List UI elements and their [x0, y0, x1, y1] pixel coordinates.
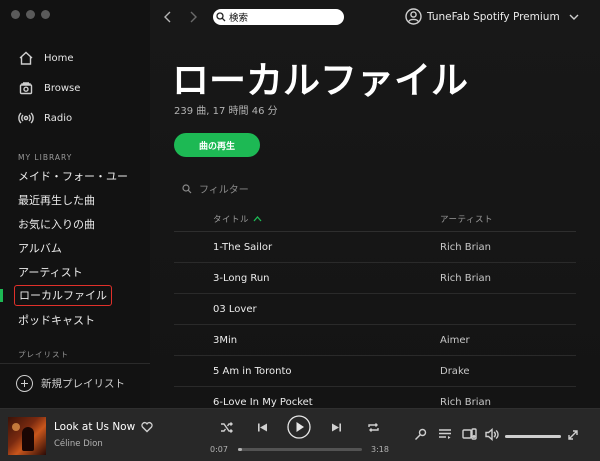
main-content: TuneFab Spotify Premium ローカルファイル 239 曲, …: [150, 0, 600, 418]
new-playlist-label: 新規プレイリスト: [41, 378, 125, 390]
microphone-icon[interactable]: [414, 428, 427, 441]
sidebar-item-liked-songs[interactable]: お気に入りの曲: [18, 216, 95, 232]
column-title-label: タイトル: [213, 214, 250, 225]
user-icon: [405, 8, 422, 25]
new-playlist-button[interactable]: 新規プレイリスト: [16, 375, 125, 392]
column-artist-header[interactable]: アーティスト: [440, 213, 493, 225]
back-button[interactable]: [161, 8, 175, 26]
playlists-heading: プレイリスト: [18, 350, 69, 359]
devices-icon[interactable]: [462, 428, 477, 441]
sidebar-item-label: Home: [44, 52, 74, 64]
sidebar-item-home[interactable]: Home: [18, 50, 74, 66]
sidebar-divider: [0, 363, 150, 364]
tracks-table: タイトル アーティスト 1-The Sailor Rich Brian 3-Long…: [174, 206, 576, 418]
now-playing-artist[interactable]: Céline Dion: [54, 439, 103, 449]
column-title-header[interactable]: タイトル: [174, 213, 440, 225]
sidebar-item-made-for-you[interactable]: メイド・フォー・ユー: [18, 168, 128, 184]
browse-icon: [19, 82, 33, 95]
sidebar-item-recently-played[interactable]: 最近再生した曲: [18, 192, 95, 208]
duration-time: 3:18: [371, 445, 389, 454]
chevron-left-icon: [164, 11, 171, 23]
user-menu[interactable]: TuneFab Spotify Premium: [405, 8, 560, 25]
user-name: TuneFab Spotify Premium: [427, 10, 560, 23]
sidebar-item-artists[interactable]: アーティスト: [18, 264, 83, 280]
sidebar: Home Browse Radio MY LIBRARY メイド・フォー・ユー …: [0, 0, 150, 408]
filter-placeholder: フィルター: [199, 185, 249, 196]
track-artist-cell[interactable]: Rich Brian: [440, 242, 491, 253]
filter-field[interactable]: フィルター: [182, 181, 249, 196]
plus-icon: [16, 375, 33, 392]
chevron-right-icon: [190, 11, 197, 23]
track-title-cell: 03 Lover: [213, 303, 257, 315]
sidebar-item-podcasts[interactable]: ポッドキャスト: [18, 312, 95, 328]
table-row[interactable]: 03 Lover: [174, 294, 576, 325]
sort-ascending-icon: [253, 216, 262, 222]
elapsed-time: 0:07: [210, 445, 228, 454]
search-icon: [182, 183, 192, 193]
track-title-cell: 6-Love In My Pocket: [213, 396, 313, 408]
progress-fill: [238, 448, 243, 451]
track-artist-cell[interactable]: Drake: [440, 366, 470, 377]
close-window-button[interactable]: [11, 10, 20, 19]
heart-icon[interactable]: [141, 421, 153, 433]
track-artist-cell[interactable]: Aimer: [440, 335, 470, 346]
radio-icon: [18, 112, 34, 124]
progress-bar[interactable]: [238, 448, 362, 451]
table-row[interactable]: 1-The Sailor Rich Brian: [174, 232, 576, 263]
forward-button[interactable]: [186, 8, 200, 26]
volume-icon[interactable]: [485, 428, 499, 441]
sidebar-item-label: Browse: [44, 82, 81, 94]
chevron-down-icon[interactable]: [568, 11, 580, 23]
page-title: ローカルファイル: [172, 59, 468, 102]
minimize-window-button[interactable]: [26, 10, 35, 19]
queue-icon[interactable]: [438, 428, 452, 441]
search-box[interactable]: [213, 9, 344, 25]
next-track-icon[interactable]: [331, 422, 342, 433]
home-icon: [19, 51, 33, 65]
table-row[interactable]: 5 Am in Toronto Drake: [174, 356, 576, 387]
track-artist-cell[interactable]: Rich Brian: [440, 397, 491, 408]
shuffle-icon[interactable]: [220, 421, 233, 434]
top-bar: TuneFab Spotify Premium: [150, 8, 600, 26]
library-heading: MY LIBRARY: [18, 153, 73, 162]
window-controls: [11, 10, 50, 19]
sidebar-item-browse[interactable]: Browse: [18, 80, 80, 96]
repeat-icon[interactable]: [367, 421, 380, 434]
search-input[interactable]: [229, 11, 334, 23]
sidebar-item-label: Radio: [44, 112, 73, 124]
fullscreen-icon[interactable]: [568, 430, 578, 440]
track-title-cell: 1-The Sailor: [213, 241, 273, 253]
page-summary: 239 曲, 17 時間 46 分: [174, 106, 278, 117]
previous-track-icon[interactable]: [257, 422, 268, 433]
volume-slider[interactable]: [505, 435, 561, 438]
sidebar-item-radio[interactable]: Radio: [18, 110, 72, 126]
play-button[interactable]: 曲の再生: [174, 133, 260, 157]
sidebar-item-local-files[interactable]: ローカルファイル: [14, 285, 112, 306]
search-icon: [216, 12, 226, 22]
sidebar-item-albums[interactable]: アルバム: [18, 240, 62, 256]
now-playing-title[interactable]: Look at Us Now: [54, 421, 135, 433]
track-title-cell: 3-Long Run: [213, 272, 270, 284]
active-indicator: [0, 289, 3, 302]
play-icon[interactable]: [287, 415, 311, 439]
table-header: タイトル アーティスト: [174, 206, 576, 232]
volume-fill: [505, 435, 561, 438]
track-title-cell: 3Min: [213, 334, 238, 346]
track-title-cell: 5 Am in Toronto: [213, 365, 292, 377]
table-row[interactable]: 3-Long Run Rich Brian: [174, 263, 576, 294]
zoom-window-button[interactable]: [41, 10, 50, 19]
track-artist-cell[interactable]: Rich Brian: [440, 273, 491, 284]
table-row[interactable]: 3Min Aimer: [174, 325, 576, 356]
player-bar: Look at Us Now Céline Dion 0:07 3:18: [0, 408, 600, 461]
album-cover[interactable]: [8, 417, 46, 455]
